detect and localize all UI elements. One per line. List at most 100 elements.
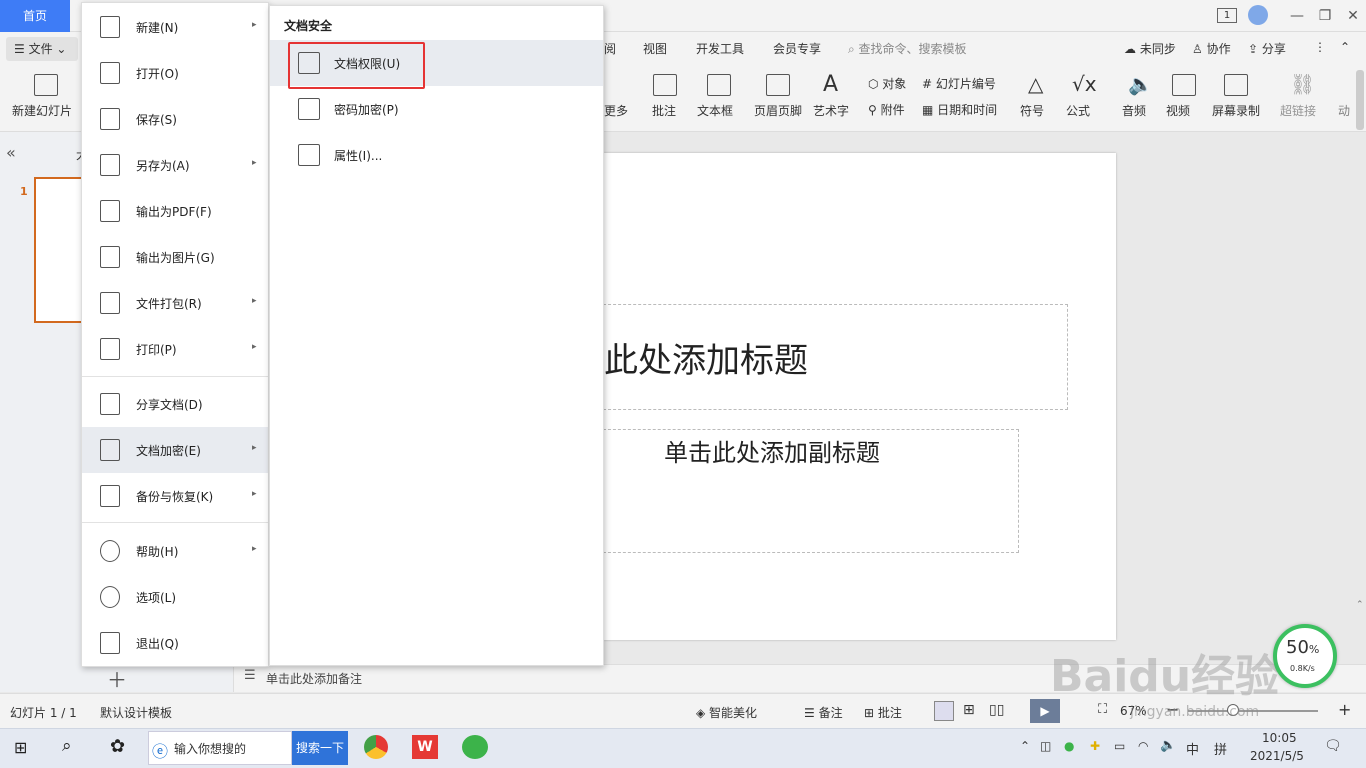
collapse-panel-icon[interactable]: « xyxy=(6,143,16,162)
subtitle-placeholder[interactable]: 单击此处添加副标题 xyxy=(664,433,880,468)
slide-thumbnail[interactable] xyxy=(34,177,84,323)
hyperlink-button[interactable]: ⛓ 超链接 xyxy=(1280,72,1320,124)
template-name[interactable]: 默认设计模板 xyxy=(100,704,172,721)
tab-review[interactable]: 阅 xyxy=(604,40,616,57)
add-slide-icon[interactable]: ＋ xyxy=(107,664,127,693)
smart-beautify-button[interactable]: ◈ 智能美化 xyxy=(696,704,757,721)
menu-divider xyxy=(82,376,268,377)
ime-lang[interactable]: 中 xyxy=(1186,739,1199,758)
slide-count: 幻灯片 1 / 1 xyxy=(10,706,77,720)
screen-record-button[interactable]: 屏幕录制 xyxy=(1212,72,1262,124)
battery-icon[interactable]: ▭ xyxy=(1114,739,1125,753)
file-menu-item-encrypt[interactable]: 文档加密(E) ▸ xyxy=(82,427,268,473)
file-menu-item-help[interactable]: 帮助(H) ▸ xyxy=(82,528,268,574)
page-badge[interactable]: 1 xyxy=(1217,8,1237,23)
symbol-button[interactable]: △ 符号 xyxy=(1020,72,1056,124)
textbox-button[interactable]: 文本框 xyxy=(697,72,741,124)
reading-view-icon[interactable]: ▯▯ xyxy=(989,702,1004,718)
datetime-button[interactable]: ▦ 日期和时间 xyxy=(922,101,997,118)
ime-mode[interactable]: 拼 xyxy=(1214,739,1227,758)
zoom-in-icon[interactable]: + xyxy=(1338,700,1351,719)
task-view-icon[interactable]: ✿ xyxy=(110,736,125,757)
file-menu-item-open[interactable]: 打开(O) xyxy=(82,50,268,96)
volume-icon[interactable]: 🔈 xyxy=(1160,738,1176,753)
new-slide-button[interactable]: 新建幻灯片 xyxy=(12,72,82,124)
tray-wechat-icon[interactable]: ● xyxy=(1064,739,1074,753)
clock-time[interactable]: 10:05 xyxy=(1262,731,1297,745)
submenu-item-properties[interactable]: 属性(I)... xyxy=(270,132,603,178)
notes-toggle-button[interactable]: ☰ 备注 xyxy=(804,704,843,721)
formula-icon: √x xyxy=(1072,72,1097,96)
scroll-up-icon[interactable]: ⌃ xyxy=(1356,600,1364,610)
wifi-icon[interactable]: ◠ xyxy=(1138,739,1148,753)
tab-home[interactable]: 首页 xyxy=(0,0,70,32)
collapse-ribbon-icon[interactable]: ⌃ xyxy=(1340,40,1350,54)
chrome-icon[interactable] xyxy=(364,735,388,759)
exit-icon xyxy=(100,632,120,654)
more-button[interactable]: 更多 xyxy=(604,102,628,119)
more-icon[interactable]: ⋮ xyxy=(1314,40,1326,54)
file-menu-item-export-image[interactable]: 输出为图片(G) xyxy=(82,234,268,280)
fit-window-icon[interactable]: ⛶ xyxy=(1098,702,1107,717)
file-menu-item-exit[interactable]: 退出(Q) xyxy=(82,620,268,666)
file-menu-item-print[interactable]: 打印(P) ▸ xyxy=(82,326,268,372)
file-menu-item-export-pdf[interactable]: 输出为PDF(F) xyxy=(82,188,268,234)
tab-view[interactable]: 视图 xyxy=(643,40,667,57)
file-menu-item-options[interactable]: 选项(L) xyxy=(82,574,268,620)
file-menu-button[interactable]: ☰ 文件 ⌄ xyxy=(6,37,78,61)
file-menu-item-package[interactable]: 文件打包(R) ▸ xyxy=(82,280,268,326)
wechat-icon[interactable] xyxy=(462,735,488,759)
slide-number-button[interactable]: # 幻灯片编号 xyxy=(922,75,996,92)
file-menu-item-save[interactable]: 保存(S) xyxy=(82,96,268,142)
windows-start-icon[interactable]: ⊞ xyxy=(14,738,27,757)
normal-view-icon[interactable] xyxy=(934,701,954,721)
file-menu-item-backup[interactable]: 备份与恢复(K) ▸ xyxy=(82,473,268,519)
chevron-right-icon: ▸ xyxy=(252,20,257,30)
hash-icon: # xyxy=(922,77,936,91)
new-file-icon xyxy=(100,16,120,38)
taskbar-search-button[interactable]: 搜索一下 xyxy=(292,731,348,765)
collab-button[interactable]: ♙ 协作 xyxy=(1192,40,1231,57)
submenu-item-password[interactable]: 密码加密(P) xyxy=(270,86,603,132)
clock-date[interactable]: 2021/5/5 xyxy=(1250,749,1304,763)
file-menu-item-new[interactable]: 新建(N) ▸ xyxy=(82,4,268,50)
wordart-button[interactable]: A 艺术字 xyxy=(813,72,857,124)
video-button[interactable]: 视频 xyxy=(1166,72,1202,124)
tab-developer[interactable]: 开发工具 xyxy=(696,40,744,57)
scrollbar[interactable] xyxy=(1356,70,1364,130)
command-search[interactable]: ⌕ 查找命令、搜索模板 xyxy=(848,40,967,57)
screen-record-icon xyxy=(1224,74,1248,96)
minimize-icon[interactable]: — xyxy=(1282,0,1312,32)
restore-icon[interactable]: ❐ xyxy=(1310,0,1340,32)
ie-icon: ⓔ xyxy=(152,742,169,761)
grid-view-icon[interactable]: ⊞ xyxy=(963,702,975,718)
comments-toggle-button[interactable]: ⊞ 批注 xyxy=(864,704,902,721)
close-icon[interactable]: ✕ xyxy=(1338,0,1366,32)
notes-placeholder[interactable]: 单击此处添加备注 xyxy=(266,670,362,687)
animation-button[interactable]: 动 xyxy=(1338,102,1350,119)
object-button[interactable]: ⬡ 对象 xyxy=(868,75,906,92)
tray-app-icon[interactable]: ◫ xyxy=(1040,739,1051,753)
search-icon[interactable]: ⌕ xyxy=(62,736,72,756)
sync-button[interactable]: ☁ 未同步 xyxy=(1124,40,1176,57)
chevron-right-icon: ▸ xyxy=(252,342,257,352)
attachment-button[interactable]: ⚲ 附件 xyxy=(868,101,905,118)
audio-button[interactable]: 🔈 音频 xyxy=(1122,72,1158,124)
avatar[interactable] xyxy=(1248,5,1268,25)
tray-security-icon[interactable]: ✚ xyxy=(1090,739,1100,753)
header-footer-icon xyxy=(766,74,790,96)
beautify-icon: ◈ xyxy=(696,706,710,720)
formula-button[interactable]: √x 公式 xyxy=(1066,72,1102,124)
notification-icon[interactable]: 🗨 xyxy=(1324,738,1342,754)
header-footer-button[interactable]: 页眉页脚 xyxy=(754,72,804,124)
share-button[interactable]: ⇪ 分享 xyxy=(1248,40,1286,57)
comment-button[interactable]: 批注 xyxy=(650,72,680,124)
title-placeholder[interactable]: 此处添加标题 xyxy=(604,333,808,382)
file-menu-item-share[interactable]: 分享文档(D) xyxy=(82,381,268,427)
wps-icon[interactable]: W xyxy=(412,735,438,759)
tab-member[interactable]: 会员专享 xyxy=(773,40,821,57)
tray-chevron-up-icon[interactable]: ⌃ xyxy=(1020,739,1030,753)
cube-icon: ⬡ xyxy=(868,77,883,91)
file-menu-item-save-as[interactable]: 另存为(A) ▸ xyxy=(82,142,268,188)
comment-icon xyxy=(653,74,677,96)
